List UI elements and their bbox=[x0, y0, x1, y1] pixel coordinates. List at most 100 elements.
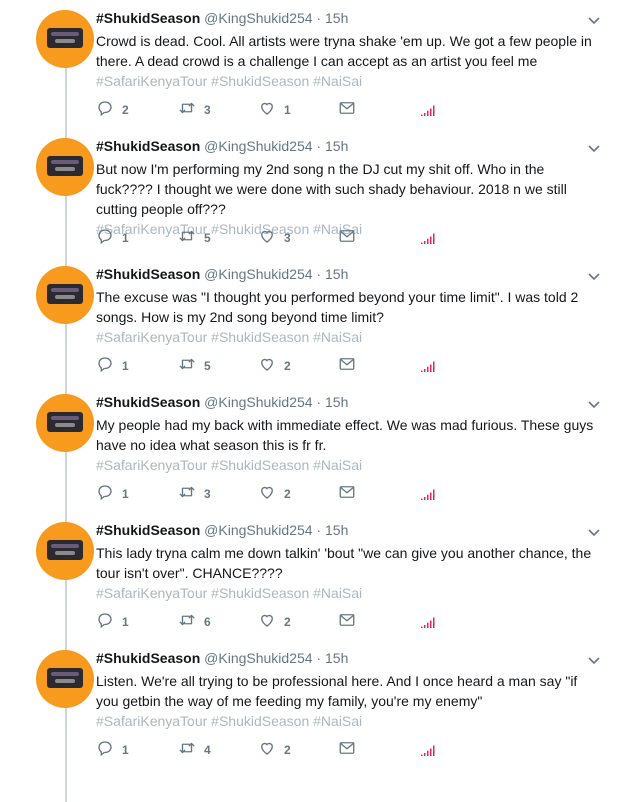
hashtags[interactable]: #SafariKenyaTour #ShukidSeason #NaiSai bbox=[96, 585, 362, 601]
tweet-actions: 2 3 1 bbox=[96, 100, 456, 120]
tweet-text: Listen. We're all trying to be professio… bbox=[96, 671, 596, 731]
chevron-down-icon[interactable] bbox=[587, 12, 601, 25]
like-button[interactable]: 3 bbox=[258, 228, 291, 248]
tweet-actions: 1 3 2 bbox=[96, 484, 456, 504]
separator-dot: · bbox=[316, 522, 322, 538]
direct-message-button[interactable] bbox=[338, 228, 356, 248]
avatar[interactable] bbox=[36, 522, 94, 580]
analytics-button[interactable] bbox=[418, 358, 436, 378]
like-count: 3 bbox=[284, 231, 291, 245]
like-button[interactable]: 2 bbox=[258, 356, 291, 376]
analytics-button[interactable] bbox=[418, 742, 436, 762]
retweet-count: 3 bbox=[204, 103, 211, 117]
retweet-button[interactable]: 4 bbox=[178, 740, 211, 760]
tweet-item[interactable]: #ShukidSeason @KingShukid254 · 15h The e… bbox=[0, 256, 633, 384]
heart-icon bbox=[258, 483, 276, 506]
display-name[interactable]: #ShukidSeason bbox=[96, 650, 200, 666]
reply-button[interactable]: 1 bbox=[96, 740, 129, 760]
user-handle[interactable]: @KingShukid254 bbox=[204, 10, 312, 26]
direct-message-button[interactable] bbox=[338, 740, 356, 760]
retweet-button[interactable]: 5 bbox=[178, 356, 211, 376]
tweet-item[interactable]: #ShukidSeason @KingShukid254 · 15h Liste… bbox=[0, 640, 633, 768]
heart-icon bbox=[258, 739, 276, 762]
analytics-icon bbox=[418, 229, 436, 252]
tweet-actions: 1 5 2 bbox=[96, 356, 456, 376]
display-name[interactable]: #ShukidSeason bbox=[96, 394, 200, 410]
direct-message-button[interactable] bbox=[338, 356, 356, 376]
chevron-down-icon[interactable] bbox=[587, 524, 601, 537]
reply-button[interactable]: 1 bbox=[96, 228, 129, 248]
chevron-down-icon[interactable] bbox=[587, 268, 601, 281]
tweet-body: The excuse was "I thought you performed … bbox=[96, 289, 579, 325]
display-name[interactable]: #ShukidSeason bbox=[96, 10, 200, 26]
reply-icon bbox=[96, 227, 114, 250]
direct-message-button[interactable] bbox=[338, 484, 356, 504]
like-button[interactable]: 2 bbox=[258, 484, 291, 504]
retweet-button[interactable]: 3 bbox=[178, 100, 211, 120]
separator-dot: · bbox=[316, 650, 322, 666]
user-handle[interactable]: @KingShukid254 bbox=[204, 650, 312, 666]
timestamp[interactable]: 15h bbox=[325, 650, 348, 666]
hashtags[interactable]: #SafariKenyaTour #ShukidSeason #NaiSai bbox=[96, 713, 362, 729]
display-name[interactable]: #ShukidSeason bbox=[96, 138, 200, 154]
hashtags[interactable]: #SafariKenyaTour #ShukidSeason #NaiSai bbox=[96, 457, 362, 473]
avatar[interactable] bbox=[36, 10, 94, 68]
retweet-button[interactable]: 3 bbox=[178, 484, 211, 504]
reply-button[interactable]: 2 bbox=[96, 100, 129, 120]
retweet-icon bbox=[178, 611, 196, 634]
analytics-button[interactable] bbox=[418, 614, 436, 634]
timestamp[interactable]: 15h bbox=[325, 522, 348, 538]
chevron-down-icon[interactable] bbox=[587, 140, 601, 153]
tweet-item[interactable]: #ShukidSeason @KingShukid254 · 15h My pe… bbox=[0, 384, 633, 512]
reply-count: 1 bbox=[122, 231, 129, 245]
tweet-header: #ShukidSeason @KingShukid254 · 15h bbox=[96, 394, 348, 410]
chevron-down-icon[interactable] bbox=[587, 652, 601, 665]
retweet-count: 3 bbox=[204, 487, 211, 501]
user-handle[interactable]: @KingShukid254 bbox=[204, 522, 312, 538]
like-count: 2 bbox=[284, 359, 291, 373]
avatar[interactable] bbox=[36, 394, 94, 452]
retweet-icon bbox=[178, 99, 196, 122]
analytics-button[interactable] bbox=[418, 102, 436, 122]
direct-message-button[interactable] bbox=[338, 612, 356, 632]
analytics-button[interactable] bbox=[418, 230, 436, 250]
display-name[interactable]: #ShukidSeason bbox=[96, 266, 200, 282]
timestamp[interactable]: 15h bbox=[325, 394, 348, 410]
hashtags[interactable]: #SafariKenyaTour #ShukidSeason #NaiSai bbox=[96, 73, 362, 89]
direct-message-button[interactable] bbox=[338, 100, 356, 120]
avatar[interactable] bbox=[36, 138, 94, 196]
reply-button[interactable]: 1 bbox=[96, 612, 129, 632]
retweet-button[interactable]: 5 bbox=[178, 228, 211, 248]
timestamp[interactable]: 15h bbox=[325, 266, 348, 282]
avatar[interactable] bbox=[36, 650, 94, 708]
avatar[interactable] bbox=[36, 266, 94, 324]
reply-icon bbox=[96, 611, 114, 634]
user-handle[interactable]: @KingShukid254 bbox=[204, 138, 312, 154]
like-button[interactable]: 2 bbox=[258, 740, 291, 760]
reply-button[interactable]: 1 bbox=[96, 484, 129, 504]
user-handle[interactable]: @KingShukid254 bbox=[204, 266, 312, 282]
tweet-actions: 1 5 3 bbox=[96, 228, 456, 248]
timestamp[interactable]: 15h bbox=[325, 10, 348, 26]
retweet-button[interactable]: 6 bbox=[178, 612, 211, 632]
user-handle[interactable]: @KingShukid254 bbox=[204, 394, 312, 410]
like-count: 2 bbox=[284, 487, 291, 501]
envelope-icon bbox=[338, 355, 356, 378]
reply-icon bbox=[96, 355, 114, 378]
like-button[interactable]: 1 bbox=[258, 100, 291, 120]
like-button[interactable]: 2 bbox=[258, 612, 291, 632]
chevron-down-icon[interactable] bbox=[587, 396, 601, 409]
heart-icon bbox=[258, 611, 276, 634]
tweet-item[interactable]: #ShukidSeason @KingShukid254 · 15h But n… bbox=[0, 128, 633, 256]
reply-button[interactable]: 1 bbox=[96, 356, 129, 376]
tweet-header: #ShukidSeason @KingShukid254 · 15h bbox=[96, 266, 348, 282]
tweet-actions: 1 4 2 bbox=[96, 740, 456, 760]
hashtags[interactable]: #SafariKenyaTour #ShukidSeason #NaiSai bbox=[96, 329, 362, 345]
tweet-body: But now I'm performing my 2nd song n the… bbox=[96, 161, 567, 217]
analytics-button[interactable] bbox=[418, 486, 436, 506]
timestamp[interactable]: 15h bbox=[325, 138, 348, 154]
tweet-item[interactable]: #ShukidSeason @KingShukid254 · 15h This … bbox=[0, 512, 633, 640]
tweet-item[interactable]: #ShukidSeason @KingShukid254 · 15h Crowd… bbox=[0, 0, 633, 128]
reply-count: 2 bbox=[122, 103, 129, 117]
display-name[interactable]: #ShukidSeason bbox=[96, 522, 200, 538]
